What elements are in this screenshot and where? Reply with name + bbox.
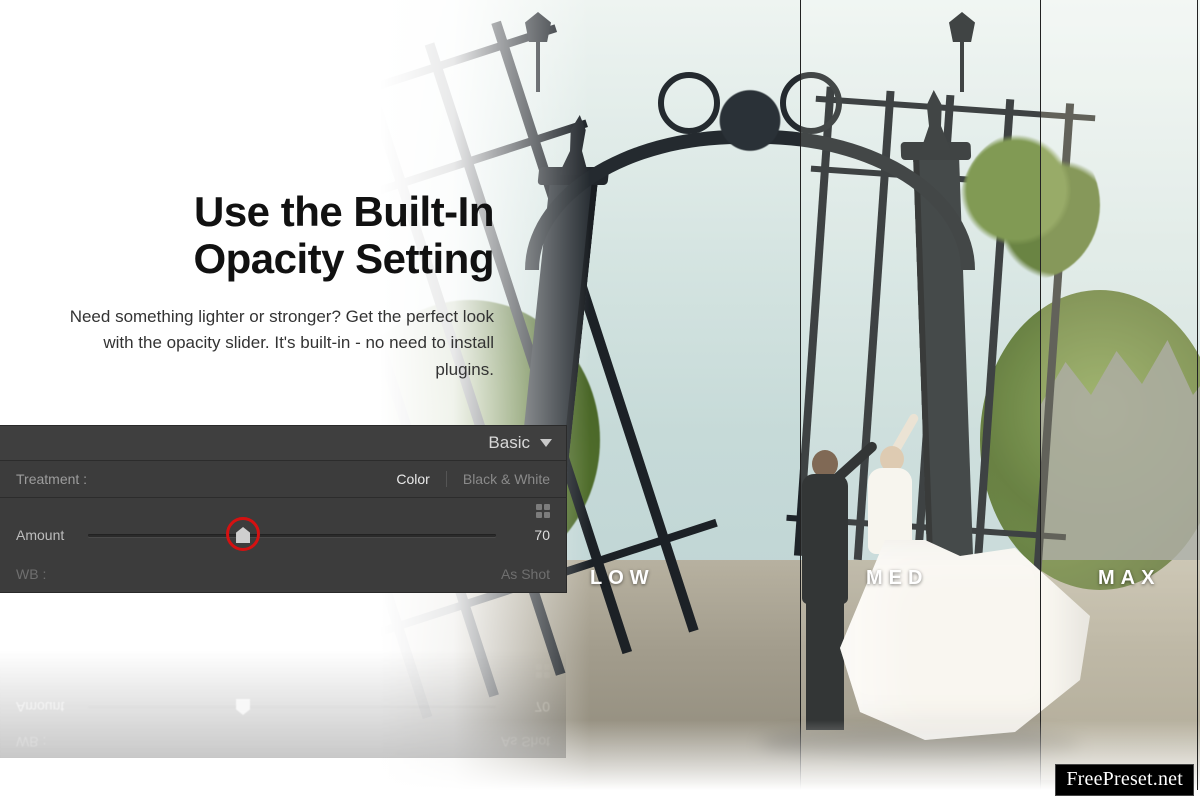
panel-reflection: WB : As Shot Amount 70 Treatment : Color… — [0, 592, 566, 758]
treatment-option-bw[interactable]: Black & White — [463, 471, 550, 487]
treatment-label: Treatment : — [16, 471, 87, 487]
highlight-ring-icon — [226, 517, 260, 551]
grid-view-icon[interactable] — [536, 504, 550, 518]
lightroom-basic-panel: Basic Treatment : Color Black & White Am… — [0, 426, 566, 758]
amount-slider[interactable] — [88, 526, 496, 544]
marketing-copy: Use the Built-In Opacity Setting Need so… — [64, 188, 494, 383]
compare-label-low: LOW — [590, 567, 655, 590]
compare-divider — [1040, 0, 1041, 790]
amount-value[interactable]: 70 — [510, 527, 550, 543]
separator — [446, 471, 447, 487]
disclosure-triangle-icon[interactable] — [540, 439, 552, 447]
headline-line2: Opacity Setting — [193, 235, 494, 282]
treatment-option-color[interactable]: Color — [396, 471, 429, 487]
compare-label-med: MED — [866, 567, 928, 590]
panel-header[interactable]: Basic — [0, 426, 566, 461]
amount-label: Amount — [16, 527, 74, 543]
compare-label-max: MAX — [1098, 567, 1160, 590]
compare-divider — [800, 0, 801, 790]
frame-right-edge — [1197, 0, 1198, 790]
wb-value[interactable]: As Shot — [501, 566, 550, 582]
panel-title: Basic — [488, 433, 530, 453]
headline-line1: Use the Built-In — [194, 188, 494, 235]
headline: Use the Built-In Opacity Setting — [64, 188, 494, 282]
description: Need something lighter or stronger? Get … — [64, 304, 494, 383]
wb-label: WB : — [16, 566, 46, 582]
watermark: FreePreset.net — [1055, 764, 1194, 796]
